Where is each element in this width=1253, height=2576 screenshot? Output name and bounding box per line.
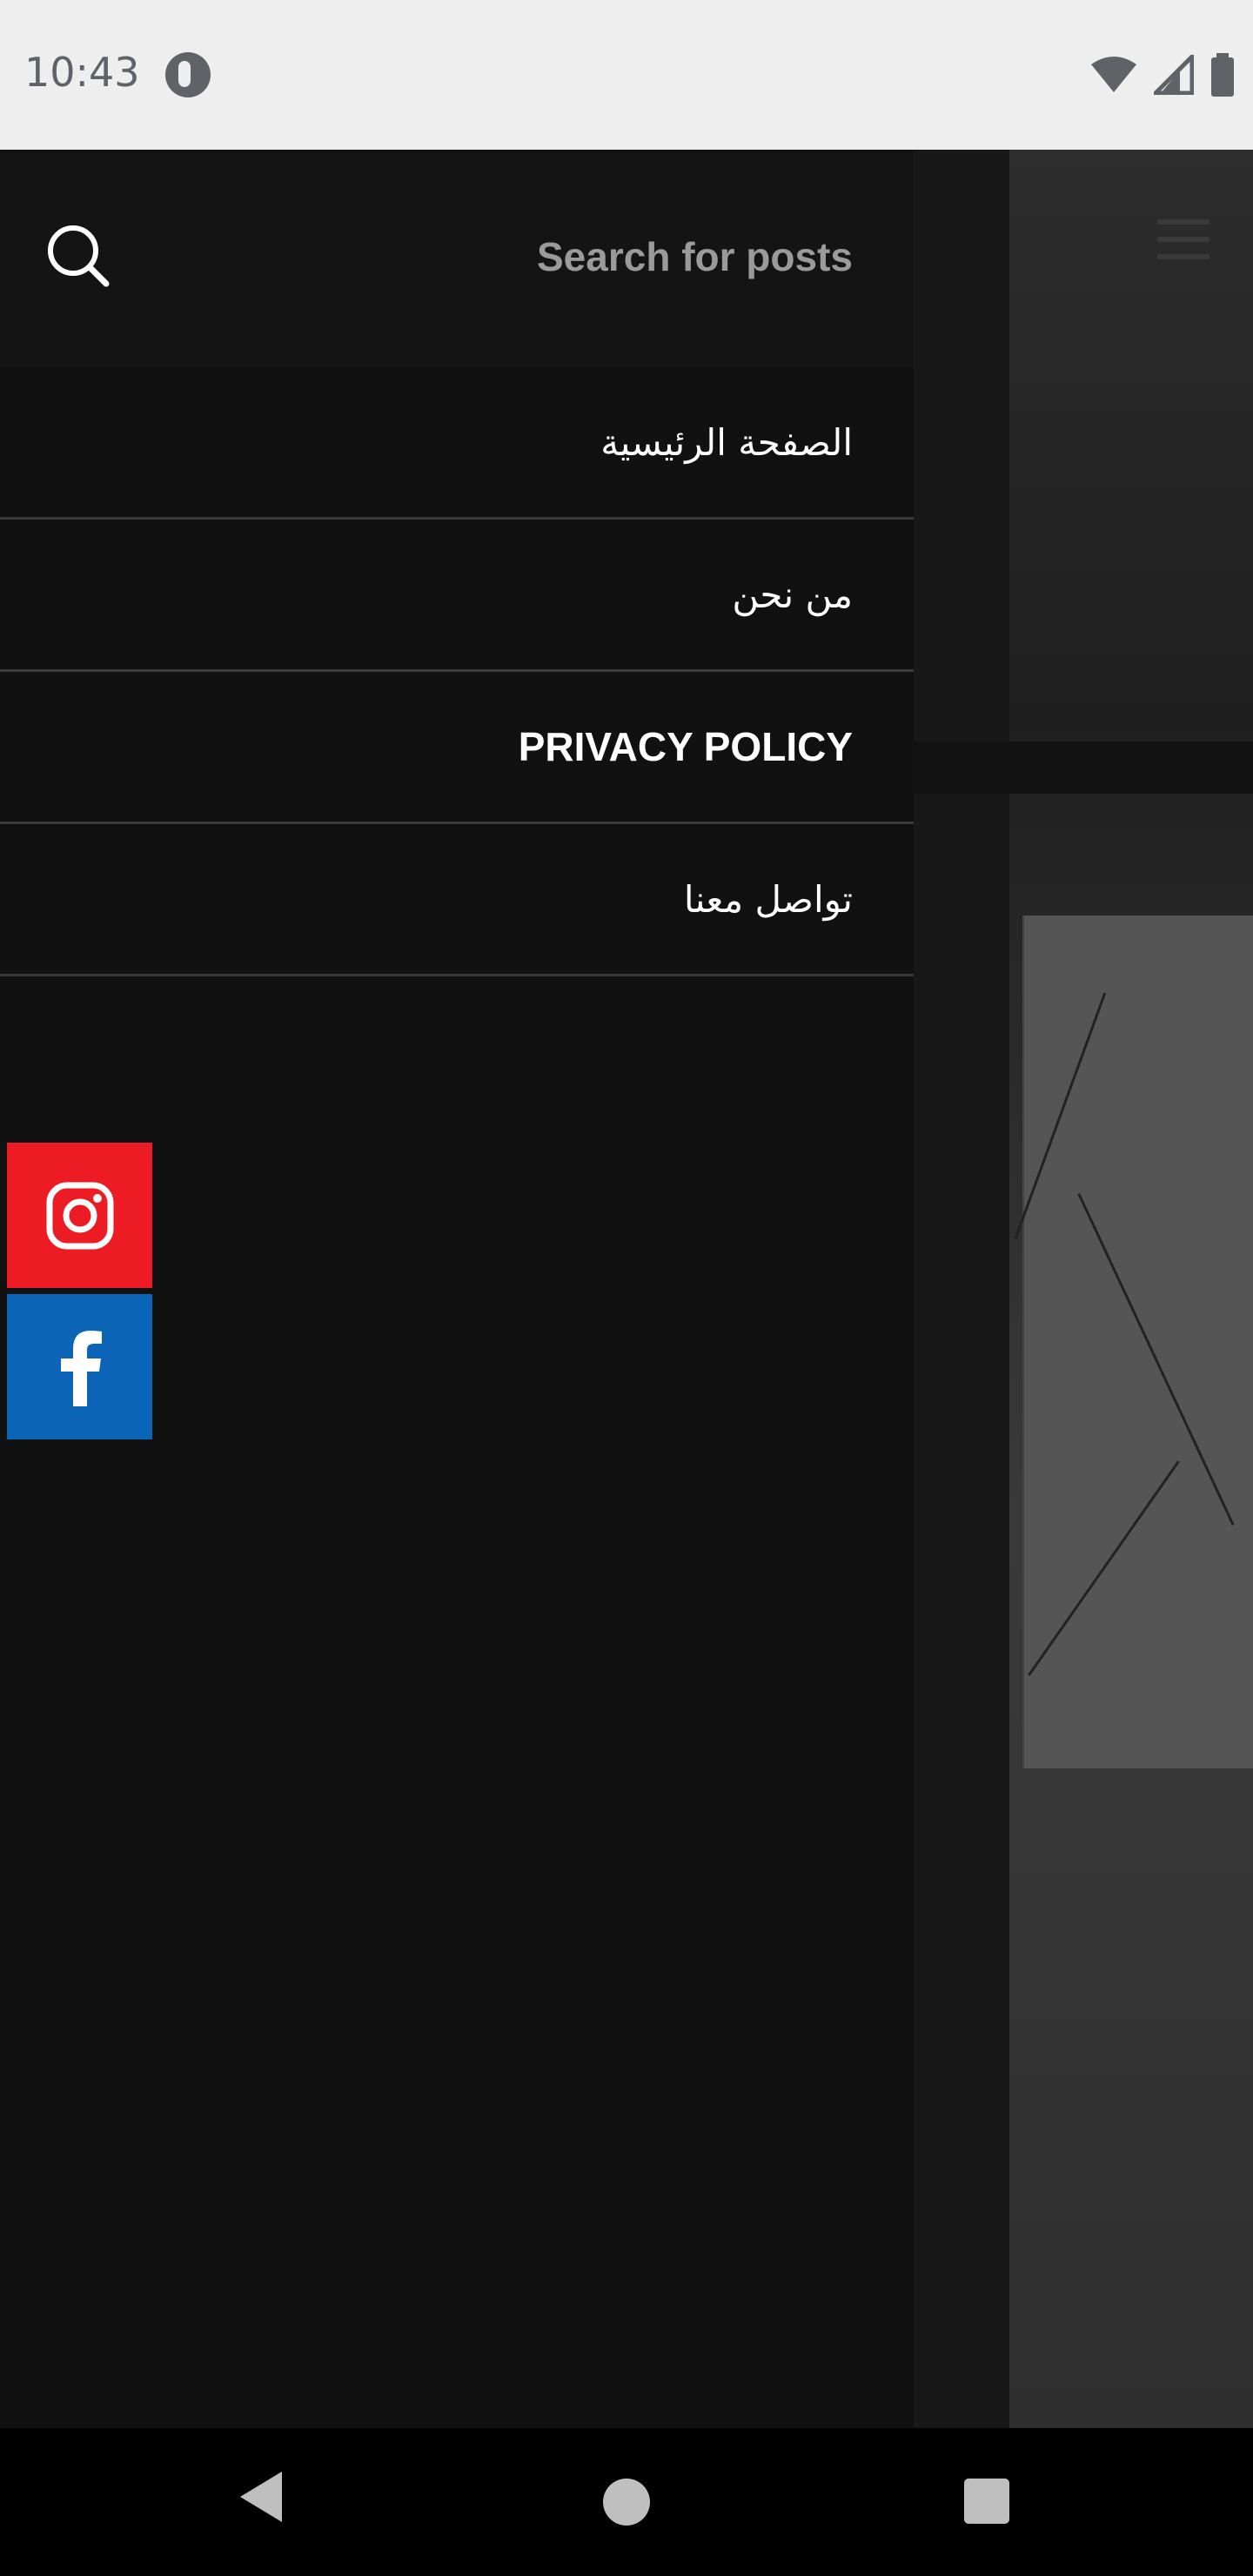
notification-app-icon	[165, 52, 211, 97]
instagram-button[interactable]	[7, 1143, 152, 1288]
facebook-button[interactable]	[7, 1294, 152, 1439]
drawer-menu: الصفحة الرئيسية من نحن PRIVACY POLICY تو…	[0, 367, 914, 976]
wifi-icon	[1091, 57, 1136, 92]
search-bar	[0, 150, 914, 367]
instagram-icon	[46, 1182, 113, 1249]
back-icon[interactable]	[237, 2468, 285, 2526]
search-input[interactable]	[139, 226, 853, 287]
background-stove	[914, 741, 1253, 794]
menu-item-home[interactable]: الصفحة الرئيسية	[0, 367, 914, 520]
status-icons	[1089, 52, 1236, 97]
search-icon[interactable]	[44, 221, 113, 291]
hamburger-menu-icon[interactable]	[1157, 219, 1209, 259]
menu-item-label: تواصل معنا	[683, 877, 853, 921]
menu-item-label: PRIVACY POLICY	[518, 724, 853, 769]
background-marble-island	[1014, 916, 1253, 1768]
recent-apps-icon[interactable]	[964, 2479, 1009, 2524]
system-navigation-bar	[0, 2428, 1253, 2576]
menu-item-label: من نحن	[732, 573, 853, 616]
status-time: 10:43	[24, 49, 140, 96]
menu-item-contact-us[interactable]: تواصل معنا	[0, 824, 914, 976]
home-icon[interactable]	[603, 2479, 650, 2526]
menu-item-privacy-policy[interactable]: PRIVACY POLICY	[0, 672, 914, 824]
background-cabinet	[914, 150, 1009, 2428]
cellular-signal-icon	[1154, 55, 1194, 95]
menu-item-about-us[interactable]: من نحن	[0, 520, 914, 672]
battery-icon	[1211, 53, 1234, 97]
facebook-icon	[60, 1330, 102, 1406]
status-bar: 10:43	[0, 0, 1253, 150]
menu-item-label: الصفحة الرئيسية	[600, 420, 853, 464]
navigation-drawer: الصفحة الرئيسية من نحن PRIVACY POLICY تو…	[0, 150, 914, 2428]
